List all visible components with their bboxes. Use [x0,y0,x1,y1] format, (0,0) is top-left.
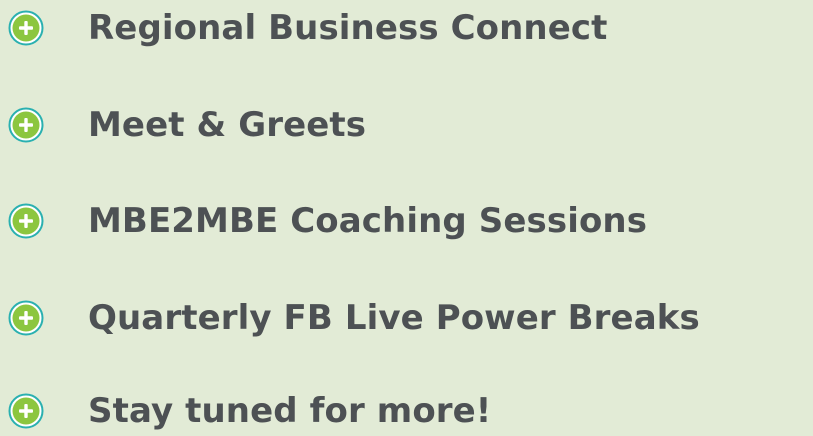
plus-circle-icon[interactable] [8,300,44,336]
plus-circle-icon[interactable] [8,203,44,239]
list-item-mbe2mbe-coaching-sessions[interactable]: MBE2MBE Coaching Sessions [8,201,647,241]
plus-circle-icon[interactable] [8,393,44,429]
program-list: Regional Business Connect Meet & Greets … [0,0,813,436]
list-item-meet-and-greets[interactable]: Meet & Greets [8,105,366,145]
list-item-label: Stay tuned for more! [88,391,492,431]
list-item-quarterly-fb-live-power-breaks[interactable]: Quarterly FB Live Power Breaks [8,298,700,338]
list-item-label: MBE2MBE Coaching Sessions [88,201,648,241]
list-item-label: Quarterly FB Live Power Breaks [88,298,700,338]
plus-circle-icon[interactable] [8,107,44,143]
list-item-label: Meet & Greets [88,105,367,145]
list-item-regional-business-connect[interactable]: Regional Business Connect [8,8,608,48]
list-item-stay-tuned[interactable]: Stay tuned for more! [8,391,491,431]
list-item-label: Regional Business Connect [88,8,608,48]
plus-circle-icon[interactable] [8,10,44,46]
